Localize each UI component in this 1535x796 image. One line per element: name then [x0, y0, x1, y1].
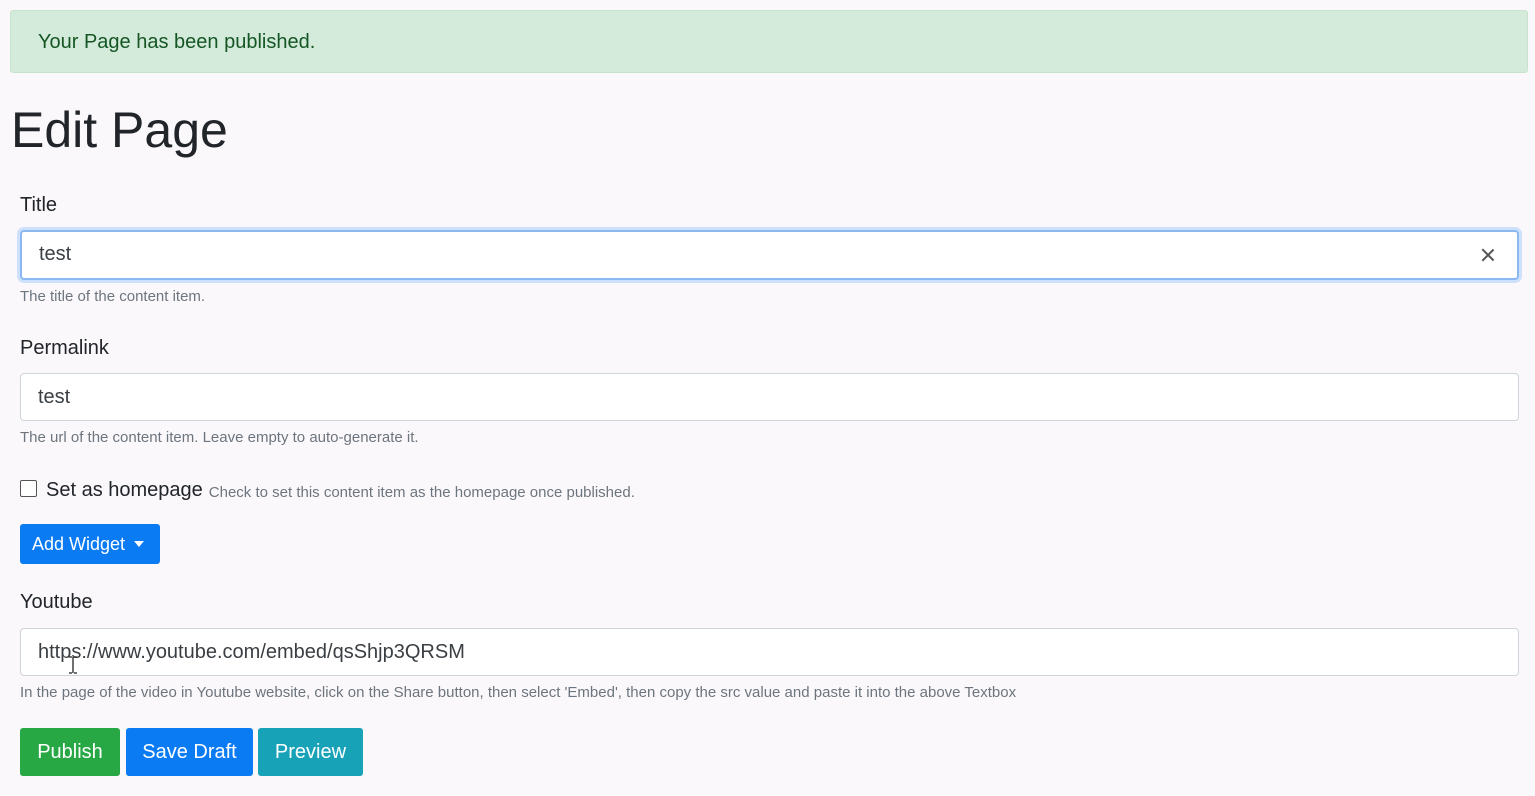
text-cursor-icon: [69, 656, 77, 674]
caret-down-icon: [134, 541, 145, 547]
homepage-checkbox-label[interactable]: Set as homepage: [46, 479, 203, 502]
title-label: Title: [20, 194, 58, 216]
permalink-input-value: test: [38, 386, 71, 408]
youtube-help-text: In the page of the video in Youtube webs…: [20, 684, 1017, 701]
alert-message: Your Page has been published.: [38, 31, 316, 53]
title-input-value: test: [39, 243, 72, 265]
title-input[interactable]: test: [20, 230, 1519, 280]
success-alert: Your Page has been published.: [10, 10, 1528, 73]
homepage-help-text: Check to set this content item as the ho…: [208, 483, 635, 501]
youtube-input[interactable]: https://www.youtube.com/embed/qsShjp3QRS…: [20, 628, 1519, 676]
add-widget-label: Add Widget: [32, 534, 126, 554]
title-help-text: The title of the content item.: [20, 288, 206, 305]
save-draft-button[interactable]: Save Draft: [126, 728, 253, 776]
homepage-checkbox[interactable]: [20, 480, 37, 497]
publish-button[interactable]: Publish: [20, 728, 120, 776]
page-title: Edit Page: [11, 102, 228, 158]
youtube-input-value: https://www.youtube.com/embed/qsShjp3QRS…: [38, 641, 465, 663]
clear-icon[interactable]: [1481, 248, 1495, 262]
youtube-label: Youtube: [20, 591, 93, 613]
permalink-input[interactable]: test: [20, 373, 1519, 421]
homepage-checkbox-row: Set as homepage Check to set this conten…: [20, 476, 635, 504]
permalink-help-text: The url of the content item. Leave empty…: [20, 429, 419, 446]
add-widget-button[interactable]: Add Widget: [20, 524, 160, 564]
permalink-label: Permalink: [20, 337, 109, 359]
edit-page-view: Your Page has been published. Edit Page …: [0, 0, 1535, 796]
preview-button[interactable]: Preview: [258, 728, 363, 776]
